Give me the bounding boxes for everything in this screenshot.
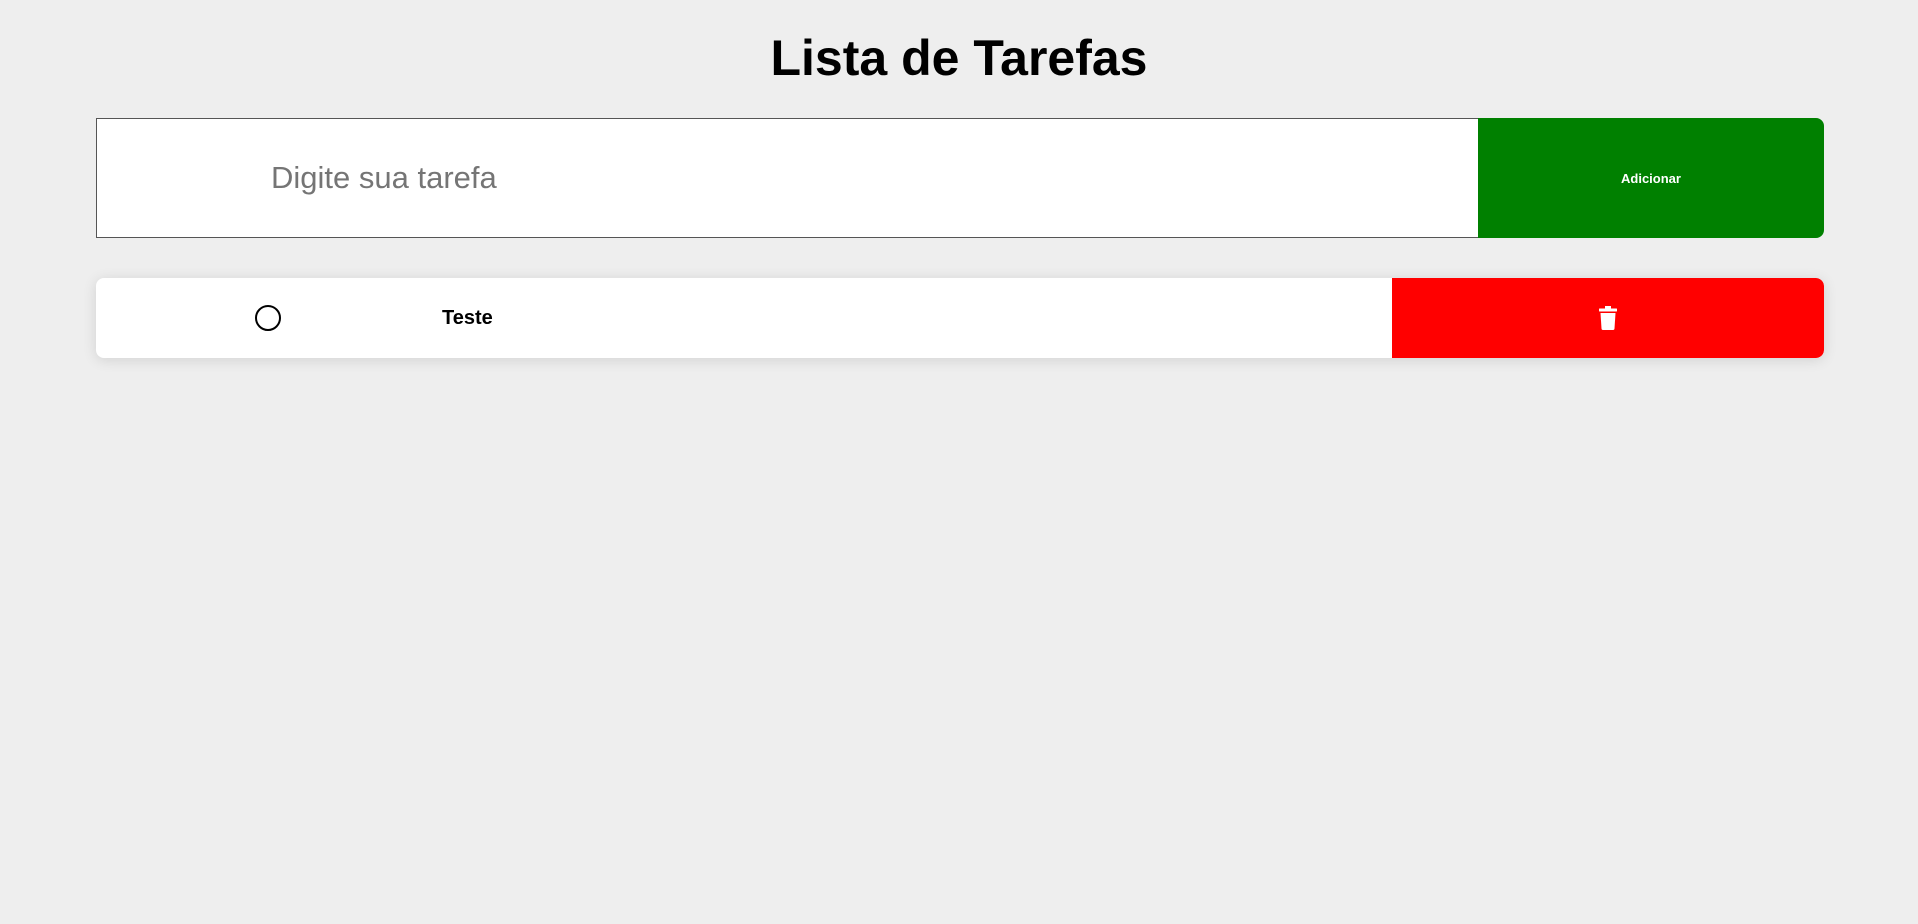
page-title: Lista de Tarefas (770, 30, 1148, 86)
add-task-form: Adicionar (96, 118, 1824, 238)
add-button[interactable]: Adicionar (1478, 118, 1824, 238)
circle-outline-icon[interactable] (255, 305, 281, 331)
task-item: Teste (96, 278, 1824, 358)
todo-page: Lista de Tarefas Adicionar Teste (0, 0, 1918, 924)
task-list: Teste (96, 278, 1824, 358)
trash-icon (1599, 306, 1617, 330)
task-input[interactable] (96, 118, 1478, 238)
task-text: Teste (442, 307, 493, 329)
delete-button[interactable] (1392, 278, 1824, 358)
